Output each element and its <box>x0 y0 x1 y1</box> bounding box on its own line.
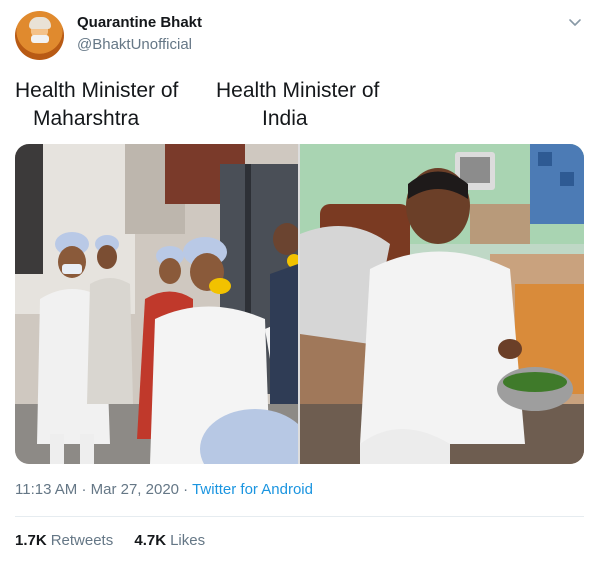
tweet-meta: 11:13 AM · Mar 27, 2020 · Twitter for An… <box>15 481 313 498</box>
caption-left: Health Minister of Maharshtra <box>15 77 205 133</box>
photo-left[interactable] <box>15 144 298 464</box>
tweet-source-link[interactable]: Twitter for Android <box>192 481 313 498</box>
likes-stat[interactable]: 4.7K Likes <box>134 532 205 549</box>
tweet-media[interactable] <box>15 144 584 464</box>
tweet-time[interactable]: 11:13 AM <box>15 481 77 498</box>
caption-right-line2: India <box>262 107 308 130</box>
likes-count: 4.7K <box>134 532 167 549</box>
likes-label: Likes <box>170 532 206 549</box>
divider <box>15 516 584 517</box>
meta-separator-2: · <box>183 481 189 498</box>
photo-right[interactable] <box>300 144 584 464</box>
tweet-stats: 1.7K Retweets 4.7K Likes <box>15 532 222 549</box>
retweets-label: Retweets <box>50 532 114 549</box>
caption-left-line2: Maharshtra <box>33 107 140 130</box>
avatar-mask <box>31 35 49 43</box>
retweets-count: 1.7K <box>15 532 47 549</box>
tweet-date[interactable]: Mar 27, 2020 <box>91 481 179 498</box>
avatar[interactable] <box>15 11 64 60</box>
author-handle[interactable]: @BhaktUnofficial <box>77 36 192 53</box>
retweets-stat[interactable]: 1.7K Retweets <box>15 532 113 549</box>
caption-left-line1: Health Minister of <box>15 79 179 102</box>
caption-right-line1: Health Minister of <box>216 79 380 102</box>
chevron-down-icon[interactable] <box>567 14 583 30</box>
meta-separator: · <box>81 481 87 498</box>
caption-right: Health Minister of India <box>216 77 406 133</box>
avatar-hair <box>29 17 51 29</box>
author-display-name[interactable]: Quarantine Bhakt <box>77 14 202 31</box>
tweet-card: Quarantine Bhakt @BhaktUnofficial Health… <box>0 0 599 563</box>
